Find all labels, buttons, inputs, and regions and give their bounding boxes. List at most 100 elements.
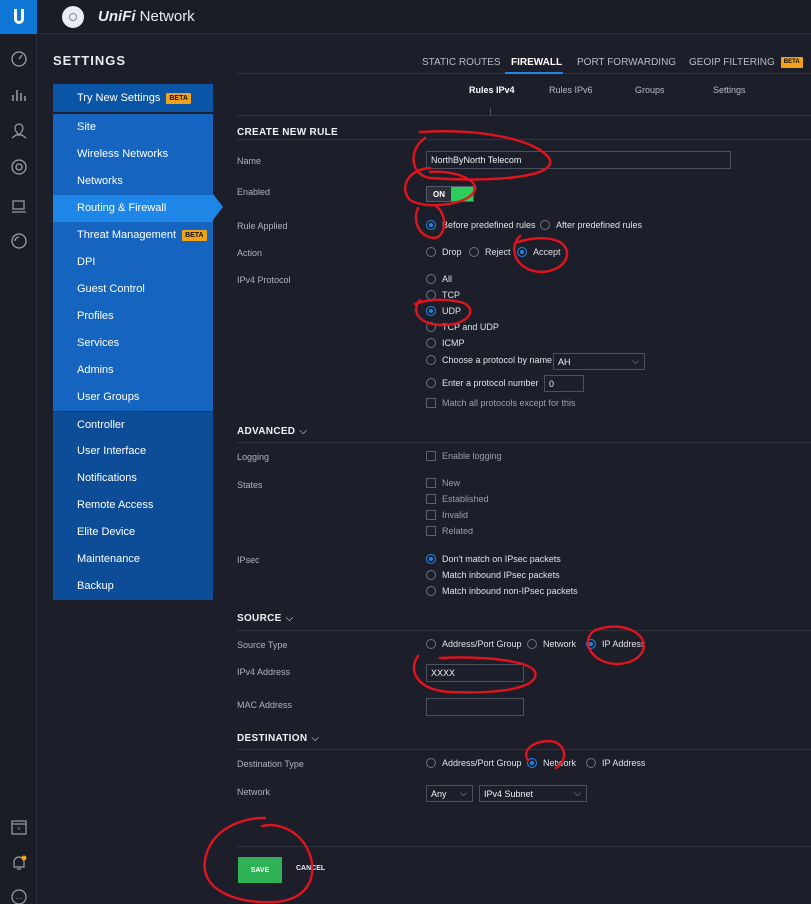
checkbox-icon: [426, 478, 436, 488]
map-icon[interactable]: [10, 122, 28, 140]
subtab-rules-ipv6[interactable]: Rules IPv6: [549, 85, 593, 95]
ipv4-address-label: IPv4 Address: [237, 667, 291, 677]
radio-ipsec-non-ipsec[interactable]: Match inbound non-IPsec packets: [426, 586, 578, 596]
active-subtab-indicator: [490, 108, 491, 116]
radio-ipsec-inbound[interactable]: Match inbound IPsec packets: [426, 570, 560, 580]
dashboard-icon[interactable]: [10, 50, 28, 68]
sidebar-item-try-new-settings[interactable]: Try New Settings BETA: [53, 84, 213, 112]
checkbox-enable-logging[interactable]: Enable logging: [426, 451, 502, 461]
destination-heading[interactable]: DESTINATION ⌵: [237, 733, 319, 744]
clients-icon[interactable]: [10, 198, 28, 216]
radio-protocol-icmp[interactable]: ICMP: [426, 338, 465, 348]
checkbox-match-all-except[interactable]: Match all protocols except for this: [426, 398, 576, 408]
radio-action-drop[interactable]: Drop: [426, 247, 462, 257]
sidebar-item-dpi[interactable]: DPI: [53, 249, 213, 276]
protocol-name-select[interactable]: AH ⌵: [553, 353, 645, 370]
subtab-rules-ipv4[interactable]: Rules IPv4: [469, 85, 515, 95]
checkbox-icon: [426, 398, 436, 408]
radio-source-ip-address[interactable]: IP Address: [586, 639, 645, 649]
source-ipv4-input[interactable]: XXXX: [426, 664, 524, 682]
radio-protocol-by-name[interactable]: Choose a protocol by name: [426, 355, 552, 365]
insights-icon[interactable]: [10, 232, 28, 250]
sidebar-item-services[interactable]: Services: [53, 330, 213, 357]
events-icon[interactable]: *: [10, 818, 28, 836]
chevron-down-icon: ⌵: [299, 426, 308, 437]
rule-name-input[interactable]: NorthByNorth Telecom: [426, 151, 731, 169]
radio-source-network[interactable]: Network: [527, 639, 576, 649]
radio-source-address-port-group[interactable]: Address/Port Group: [426, 639, 522, 649]
radio-protocol-by-number[interactable]: Enter a protocol number: [426, 378, 539, 388]
chevron-down-icon: ⌵: [632, 356, 639, 366]
radio-icon: [469, 247, 479, 257]
radio-action-accept[interactable]: Accept: [517, 247, 561, 257]
sidebar-item-user-interface[interactable]: User Interface: [53, 438, 213, 465]
sidebar-item-profiles[interactable]: Profiles: [53, 303, 213, 330]
radio-action-reject[interactable]: Reject: [469, 247, 511, 257]
radio-before-predefined[interactable]: Before predefined rules: [426, 220, 536, 230]
sidebar-item-user-groups[interactable]: User Groups: [53, 384, 213, 411]
active-tab-indicator: [505, 72, 563, 74]
network-any-select[interactable]: Any ⌵: [426, 785, 473, 802]
top-bar: UniFi Network: [0, 0, 811, 34]
sidebar-item-notifications[interactable]: Notifications: [53, 465, 213, 492]
checkbox-state-new[interactable]: New: [426, 478, 460, 488]
ipsec-label: IPsec: [237, 555, 260, 565]
more-icon[interactable]: …: [10, 888, 28, 904]
tab-geoip-filtering[interactable]: GEOIP FILTERING BETA: [689, 57, 803, 68]
sidebar-item-routing-firewall[interactable]: Routing & Firewall: [53, 195, 213, 222]
advanced-heading[interactable]: ADVANCED ⌵: [237, 426, 307, 437]
ubiquiti-logo-icon[interactable]: [0, 0, 37, 34]
name-label: Name: [237, 156, 262, 166]
active-item-pointer: [213, 194, 223, 220]
sidebar-item-wireless-networks[interactable]: Wireless Networks: [53, 141, 213, 168]
footer-divider: [237, 846, 811, 847]
devices-icon[interactable]: [10, 158, 28, 176]
source-heading[interactable]: SOURCE ⌵: [237, 613, 293, 624]
subtab-groups[interactable]: Groups: [635, 85, 665, 95]
radio-destination-address-port-group[interactable]: Address/Port Group: [426, 758, 522, 768]
statistics-icon[interactable]: [10, 86, 28, 104]
radio-protocol-tcp-udp[interactable]: TCP and UDP: [426, 322, 499, 332]
radio-protocol-udp[interactable]: UDP: [426, 306, 461, 316]
radio-ipsec-dont-match[interactable]: Don't match on IPsec packets: [426, 554, 561, 564]
left-nav-rail: * …: [0, 34, 37, 904]
checkbox-state-established[interactable]: Established: [426, 494, 489, 504]
sidebar-item-networks[interactable]: Networks: [53, 168, 213, 195]
network-subnet-select[interactable]: IPv4 Subnet ⌵: [479, 785, 587, 802]
radio-after-predefined[interactable]: After predefined rules: [540, 220, 642, 230]
sidebar-item-remote-access[interactable]: Remote Access: [53, 492, 213, 519]
tab-firewall[interactable]: FIREWALL: [511, 57, 562, 68]
sidebar-item-guest-control[interactable]: Guest Control: [53, 276, 213, 303]
sidebar-item-maintenance[interactable]: Maintenance: [53, 546, 213, 573]
action-label: Action: [237, 248, 263, 258]
checkbox-icon: [426, 494, 436, 504]
radio-protocol-tcp[interactable]: TCP: [426, 290, 460, 300]
subtab-settings[interactable]: Settings: [713, 85, 746, 95]
cancel-button[interactable]: CANCEL: [296, 865, 325, 872]
tab-port-forwarding[interactable]: PORT FORWARDING: [577, 57, 676, 68]
checkbox-state-related[interactable]: Related: [426, 526, 473, 536]
save-button[interactable]: SAVE: [238, 857, 282, 883]
tab-static-routes[interactable]: STATIC ROUTES: [422, 57, 501, 68]
radio-destination-network[interactable]: Network: [527, 758, 576, 768]
sidebar-item-site[interactable]: Site: [53, 114, 213, 141]
beta-badge: BETA: [780, 57, 803, 68]
sidebar-item-threat-management[interactable]: Threat Management BETA: [53, 222, 213, 249]
radio-protocol-all[interactable]: All: [426, 274, 452, 284]
settings-title: SETTINGS: [53, 53, 127, 68]
source-mac-input[interactable]: [426, 698, 524, 716]
alerts-icon[interactable]: [10, 854, 28, 872]
tab-bar: STATIC ROUTES FIREWALL PORT FORWARDING G…: [237, 52, 811, 74]
sidebar-item-elite-device[interactable]: Elite Device: [53, 519, 213, 546]
radio-destination-ip-address[interactable]: IP Address: [586, 758, 645, 768]
enabled-toggle[interactable]: ON: [426, 186, 474, 202]
radio-icon: [426, 378, 436, 388]
sidebar-item-controller[interactable]: Controller: [53, 411, 213, 438]
radio-icon: [426, 355, 436, 365]
rule-applied-label: Rule Applied: [237, 221, 288, 231]
protocol-number-input[interactable]: 0: [544, 375, 584, 392]
section-divider: [237, 749, 811, 750]
checkbox-state-invalid[interactable]: Invalid: [426, 510, 468, 520]
sidebar-item-backup[interactable]: Backup: [53, 573, 213, 600]
sidebar-item-admins[interactable]: Admins: [53, 357, 213, 384]
